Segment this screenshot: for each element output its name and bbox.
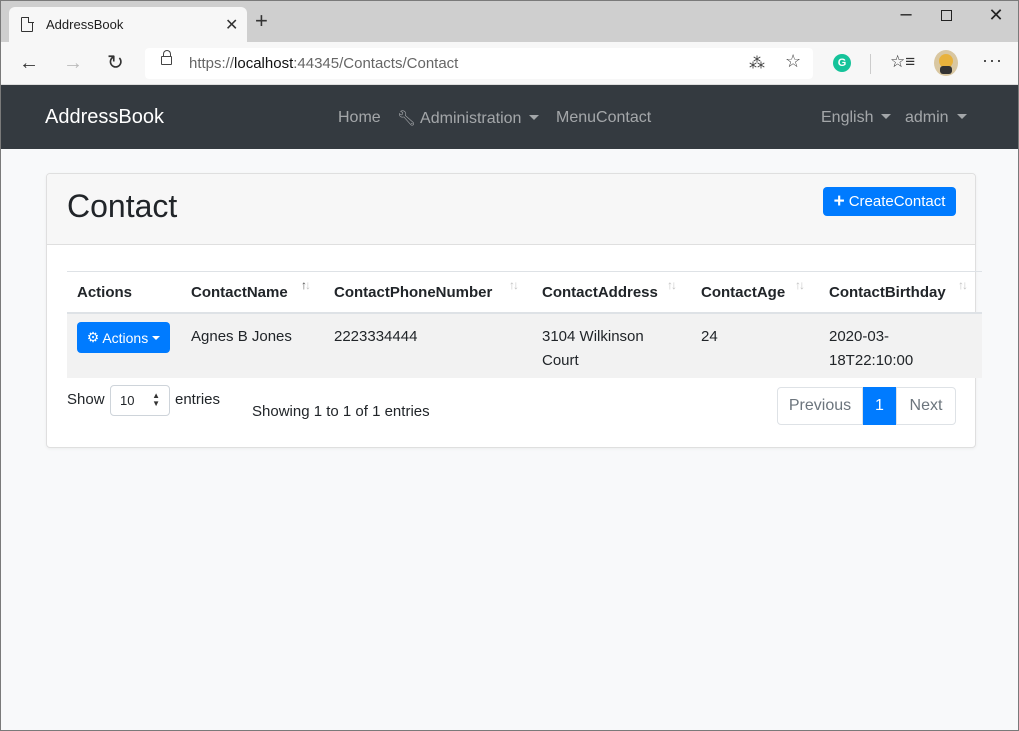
table-info: Showing 1 to 1 of 1 entries	[252, 403, 430, 420]
tab-close-icon[interactable]: ✕	[225, 15, 238, 35]
cell-contact-address: 3104 Wilkinson Court	[542, 328, 644, 369]
next-page-button[interactable]: Next	[896, 387, 956, 425]
back-icon[interactable]: ←	[19, 51, 39, 75]
url-text[interactable]: https://localhost:44345/Contacts/Contact	[189, 55, 458, 72]
address-bar[interactable]: https://localhost:44345/Contacts/Contact…	[145, 48, 813, 79]
page-icon	[21, 16, 34, 32]
user-dropdown[interactable]: admin	[905, 109, 967, 127]
minimize-button[interactable]: –	[896, 3, 916, 26]
column-header-actions: Actions	[77, 284, 133, 301]
language-dropdown[interactable]: English	[821, 109, 892, 127]
refresh-icon[interactable]: ↻	[107, 51, 124, 75]
forward-icon[interactable]: →	[63, 51, 83, 75]
chevron-down-icon	[881, 114, 892, 119]
cell-contact-birthday: 2020-03- 18T22:10:00	[829, 328, 914, 369]
column-header-contactaddress[interactable]: ContactAddress	[542, 284, 658, 301]
cell-contact-age: 24	[701, 328, 718, 345]
cell-contact-phone: 2223334444	[334, 328, 418, 345]
table-row: ⚙ Actions Agnes B Jones 2223334444 3104 …	[67, 314, 982, 378]
pagination: Previous 1 Next	[777, 387, 956, 425]
column-header-contactage[interactable]: ContactAge	[701, 284, 785, 301]
translate-icon[interactable]: ⁂	[749, 53, 765, 73]
contact-card: Contact + CreateContact Actions ContactN…	[46, 173, 982, 448]
card-header: Contact + CreateContact	[47, 174, 975, 245]
sort-icon[interactable]: ↑↓	[509, 278, 519, 292]
page-size-select[interactable]: 10 ▲ ▼	[110, 385, 170, 416]
browser-window: AddressBook ✕ + – ✕ ← → ↻ https://localh…	[0, 0, 1019, 731]
gear-icon: ⚙	[86, 329, 100, 345]
plus-icon: +	[833, 190, 845, 212]
show-label: Show	[67, 391, 105, 408]
browser-toolbar: ← → ↻ https://localhost:44345/Contacts/C…	[1, 42, 1018, 85]
select-arrows-icon: ▲ ▼	[152, 391, 160, 408]
sort-icon[interactable]: ↑↓	[667, 278, 677, 292]
entries-label: entries	[175, 391, 221, 408]
create-contact-button[interactable]: + CreateContact	[823, 187, 956, 216]
cell-contact-name: Agnes B Jones	[191, 328, 292, 345]
table-header: Actions ContactName ↑↓ ContactPhoneNumbe…	[67, 271, 982, 314]
more-icon[interactable]: ···	[982, 50, 1003, 71]
nav-administration[interactable]: 🔧︎ Administration	[397, 109, 540, 128]
close-window-button[interactable]: ✕	[986, 5, 1006, 26]
chevron-down-icon	[956, 114, 967, 119]
nav-home[interactable]: Home	[338, 109, 381, 127]
sort-icon[interactable]: ↑↓	[301, 278, 311, 292]
toolbar-divider	[870, 54, 871, 74]
tab-title: AddressBook	[46, 17, 124, 32]
new-tab-button[interactable]: +	[255, 10, 268, 32]
lock-icon[interactable]	[161, 50, 172, 65]
app-navbar: AddressBook Home 🔧︎ Administration MenuCo…	[1, 85, 1018, 149]
wrench-icon: 🔧︎	[397, 110, 417, 127]
browser-tab[interactable]: AddressBook ✕	[9, 7, 247, 42]
page-title: Contact	[67, 188, 178, 224]
chevron-down-icon	[152, 335, 161, 340]
previous-page-button[interactable]: Previous	[777, 387, 863, 425]
column-header-contactbirthday[interactable]: ContactBirthday	[829, 284, 946, 301]
nav-menucontact[interactable]: MenuContact	[556, 109, 651, 127]
grammarly-icon[interactable]: G	[833, 54, 851, 72]
profile-icon[interactable]	[934, 50, 958, 76]
title-bar: AddressBook ✕ + – ✕	[1, 1, 1018, 42]
column-header-contactphonenumber[interactable]: ContactPhoneNumber	[334, 284, 492, 301]
brand-link[interactable]: AddressBook	[45, 106, 164, 129]
row-actions-button[interactable]: ⚙ Actions	[77, 322, 170, 353]
column-header-contactname[interactable]: ContactName	[191, 284, 288, 301]
favorites-icon[interactable]: ☆≡	[890, 52, 915, 72]
sort-icon[interactable]: ↑↓	[958, 278, 968, 292]
star-icon[interactable]: ☆	[785, 51, 801, 72]
sort-icon[interactable]: ↑↓	[795, 278, 805, 292]
page-1-button[interactable]: 1	[863, 387, 896, 425]
maximize-button[interactable]	[941, 10, 952, 21]
chevron-down-icon	[529, 115, 540, 120]
